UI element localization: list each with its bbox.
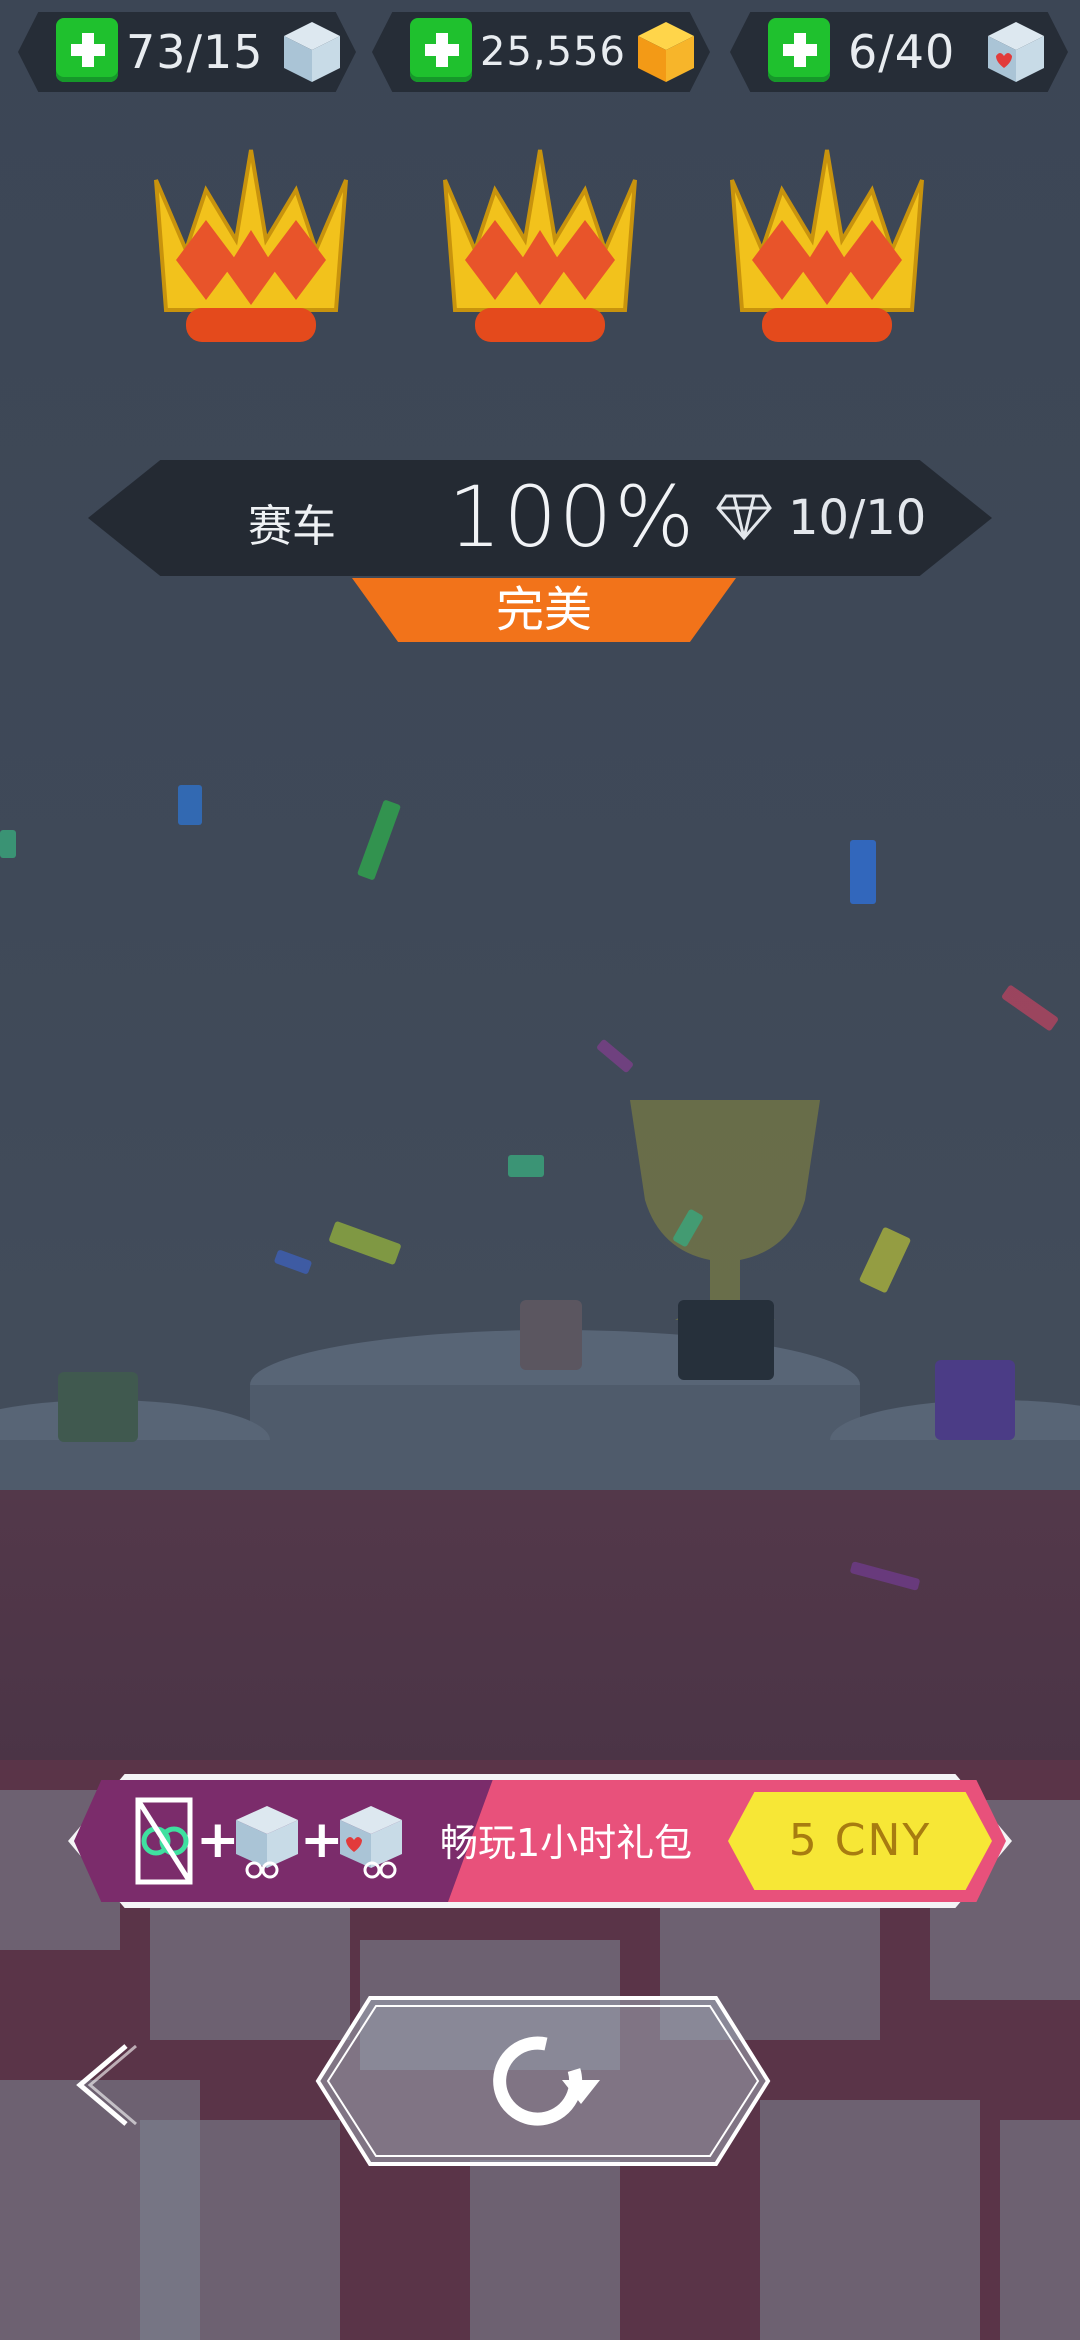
- offer-label: 畅玩1小时礼包: [440, 1821, 693, 1865]
- ice-cube-icon: [236, 1806, 298, 1879]
- gold-count: 25,556: [480, 29, 626, 75]
- diamond-icon: [716, 494, 772, 541]
- add-heart-button[interactable]: [768, 18, 830, 82]
- crown-icon-2: [443, 149, 637, 342]
- rating-badge: 完美: [352, 578, 736, 642]
- add-gold-button[interactable]: [410, 18, 472, 82]
- back-button[interactable]: [70, 2040, 140, 2130]
- heart-cube-icon: [340, 1806, 402, 1879]
- gem-count: 10/10: [788, 490, 927, 546]
- rating-label: 完美: [495, 582, 592, 638]
- resource-counter-heart: 6/40: [730, 12, 1068, 92]
- resource-counter-gold: 25,556: [372, 12, 710, 92]
- no-ads-icon: [135, 1797, 193, 1885]
- resource-counter-ice: 73/15: [18, 12, 356, 92]
- add-ice-button[interactable]: [56, 18, 118, 82]
- heart-count: 6/40: [848, 25, 956, 79]
- gold-cube-icon: [638, 22, 694, 82]
- offer-bundle-button[interactable]: + + 畅玩1小时礼包 5 CNY: [68, 1774, 1012, 1908]
- ice-count: 73/15: [126, 25, 264, 79]
- heart-cube-icon: [988, 22, 1044, 82]
- level-name: 赛车: [248, 501, 336, 552]
- crown-icon-3: [730, 149, 924, 342]
- price-label: 5 CNY: [788, 1815, 932, 1866]
- replay-button[interactable]: [312, 1992, 774, 2170]
- completion-percent: 100%: [448, 468, 697, 566]
- price-button[interactable]: 5 CNY: [728, 1792, 992, 1890]
- result-panel: 赛车 100% 10/10: [88, 460, 992, 576]
- ice-cube-icon: [284, 22, 340, 82]
- crown-icon-1: [154, 149, 348, 342]
